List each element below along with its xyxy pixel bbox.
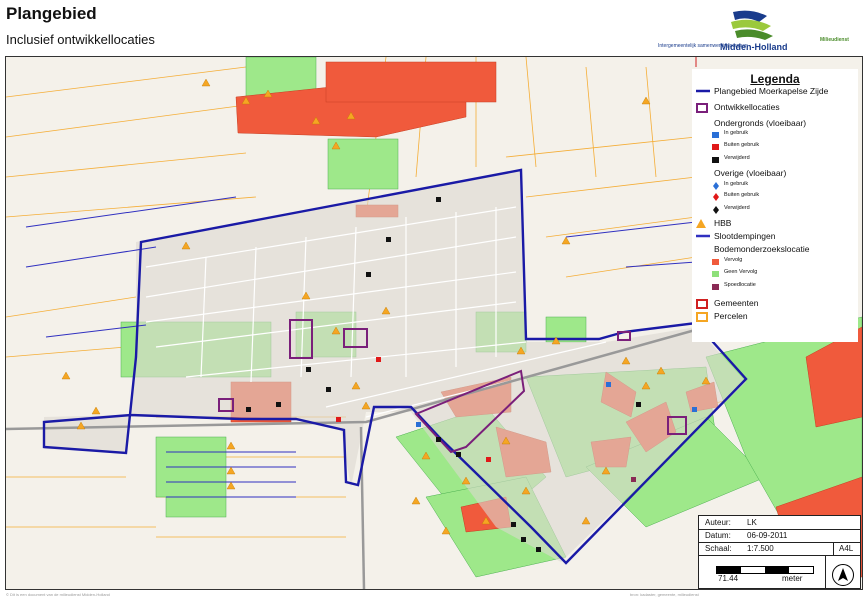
diamond-symbol-icon (712, 206, 720, 216)
square-symbol-icon (712, 131, 720, 141)
square-symbol-icon (712, 156, 720, 166)
info-scale-row: Schaal: 1:7.500 A4L (699, 542, 860, 556)
date-label: Datum: (705, 531, 731, 540)
outline-square-icon (696, 103, 708, 115)
legend-item-label: Buiten gebruik (724, 142, 760, 148)
legend-item-label: Vervolg (724, 257, 743, 263)
triangle-symbol-icon (696, 219, 706, 230)
line-symbol-icon (696, 87, 710, 97)
info-divider (833, 542, 834, 555)
legend-item-label: Overige (vloeibaar) (714, 168, 787, 178)
author-value: LK (747, 518, 757, 527)
north-arrow-icon (832, 564, 854, 586)
map-subtitle: Inclusief ontwikkellocaties (6, 32, 155, 47)
scale-bar-unit: meter (782, 574, 803, 583)
square-symbol-icon (712, 258, 720, 268)
logo-main-text: Midden-Holland (720, 42, 788, 52)
scale-label: Schaal: (705, 544, 732, 553)
info-date-row: Datum: 06-09-2011 (699, 529, 860, 543)
scale-bar-value: 71.44 (718, 574, 739, 583)
legend-item-label: Buiten gebruik (724, 192, 760, 198)
scale-value: 1:7.500 (747, 544, 774, 553)
info-divider-2 (825, 556, 826, 588)
legend-item-label: Spoedlocatie (724, 282, 756, 288)
logo-green-text: Milieudienst (820, 37, 849, 43)
legend-title: Legenda (750, 72, 800, 86)
legend-item-label: Ondergronds (vloeibaar) (714, 118, 807, 128)
scale-bar (716, 566, 814, 574)
map-legend: Legenda Plangebied Moerkapelse Zijde Ontw… (692, 69, 858, 342)
footer-left: © Dit is een document van de milieudiens… (6, 592, 110, 597)
square-symbol-icon (712, 283, 720, 293)
legend-item-label: Slootdempingen (714, 231, 776, 241)
square-symbol-icon (712, 143, 720, 153)
square-symbol-icon (712, 270, 720, 280)
legend-item-label: Geen Vervolg (724, 269, 758, 275)
legend-item-label: In gebruik (724, 130, 749, 136)
legend-item-label: Verwijderd (724, 205, 750, 211)
legend-item-label: In gebruik (724, 181, 749, 187)
legend-item-label: Verwijderd (724, 155, 750, 161)
legend-item-label: Plangebied Moerkapelse Zijde (714, 86, 829, 96)
diamond-symbol-icon (712, 193, 720, 203)
outline-square-icon (696, 299, 708, 311)
footer-right: bron: kadaster, gemeente, milieudienst (630, 592, 699, 597)
line-symbol-icon (696, 232, 710, 242)
legend-item-label: Gemeenten (714, 298, 759, 308)
map-title: Plangebied (6, 4, 97, 23)
outline-square-icon (696, 312, 708, 324)
legend-item-label: Percelen (714, 311, 748, 321)
legend-item-label: Ontwikkellocaties (714, 102, 780, 112)
legend-item-label: Bodemonderzoekslocatie (714, 244, 810, 254)
author-label: Auteur: (705, 518, 731, 527)
paper-size: A4L (839, 544, 854, 553)
info-author-row: Auteur: LK (699, 516, 860, 530)
legend-item-label: HBB (714, 218, 732, 228)
date-value: 06-09-2011 (747, 531, 788, 540)
diamond-symbol-icon (712, 182, 720, 192)
